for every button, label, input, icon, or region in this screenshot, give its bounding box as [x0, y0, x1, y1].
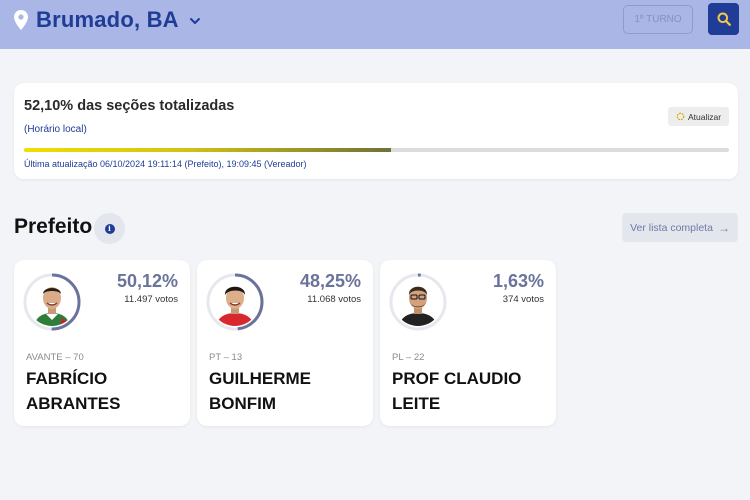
candidate-party: PT – 13	[209, 352, 243, 363]
candidate-votes: 11.068 votos	[307, 294, 361, 305]
local-time-label: (Horário local)	[24, 124, 87, 135]
turno-button[interactable]: 1º TURNO	[623, 5, 693, 34]
section-title: Prefeito	[14, 215, 93, 238]
info-icon: i	[104, 223, 115, 234]
candidate-card[interactable]: 50,12% 11.497 votos AVANTE – 70 FABRÍCIO…	[14, 260, 190, 426]
progress-fill	[24, 148, 392, 152]
candidate-percent: 48,25%	[299, 271, 361, 291]
search-icon	[717, 12, 731, 26]
location-selector[interactable]: Brumado, BA	[14, 7, 201, 33]
candidate-avatar	[211, 278, 259, 326]
candidate-name: GUILHERME BONFIM	[209, 369, 311, 413]
location-pin-icon	[14, 10, 28, 30]
candidate-name: FABRÍCIO ABRANTES	[26, 369, 121, 413]
candidate-card[interactable]: 48,25% 11.068 votos PT – 13 GUILHERME BO…	[197, 260, 373, 426]
candidate-party: PL – 22	[392, 352, 425, 363]
candidate-percent: 1,63%	[492, 271, 544, 291]
top-bar: Brumado, BA 1º TURNO	[0, 0, 750, 49]
full-list-label: Ver lista completa	[630, 221, 713, 234]
refresh-button[interactable]: Atualizar	[668, 107, 729, 126]
refresh-icon	[676, 112, 685, 121]
candidate-name: PROF CLAUDIO LEITE	[392, 369, 522, 413]
candidate-avatar	[28, 278, 76, 326]
candidate-card[interactable]: 1,63% 374 votos PL – 22 PROF CLAUDIO LEI…	[380, 260, 556, 426]
totalization-progress-bar	[24, 148, 729, 152]
last-update-text: Última atualização 06/10/2024 19:11:14 (…	[24, 159, 307, 169]
totalization-status-card: 52,10% das seções totalizadas (Horário l…	[14, 83, 738, 179]
candidate-party: AVANTE – 70	[26, 352, 84, 363]
chevron-down-icon	[189, 18, 200, 24]
candidate-avatar	[394, 278, 442, 326]
info-button[interactable]: i	[94, 213, 125, 244]
search-button[interactable]	[708, 3, 739, 35]
totalization-percent: 52,10% das seções totalizadas	[24, 98, 235, 114]
candidate-votes: 374 votos	[502, 294, 544, 305]
full-list-button[interactable]: Ver lista completa →	[622, 213, 738, 242]
city-name: Brumado, BA	[36, 7, 179, 32]
candidate-percent: 50,12%	[116, 271, 178, 291]
arrow-right-icon: →	[717, 220, 730, 235]
candidate-votes: 11.497 votos	[124, 294, 178, 305]
refresh-label: Atualizar	[687, 111, 722, 122]
